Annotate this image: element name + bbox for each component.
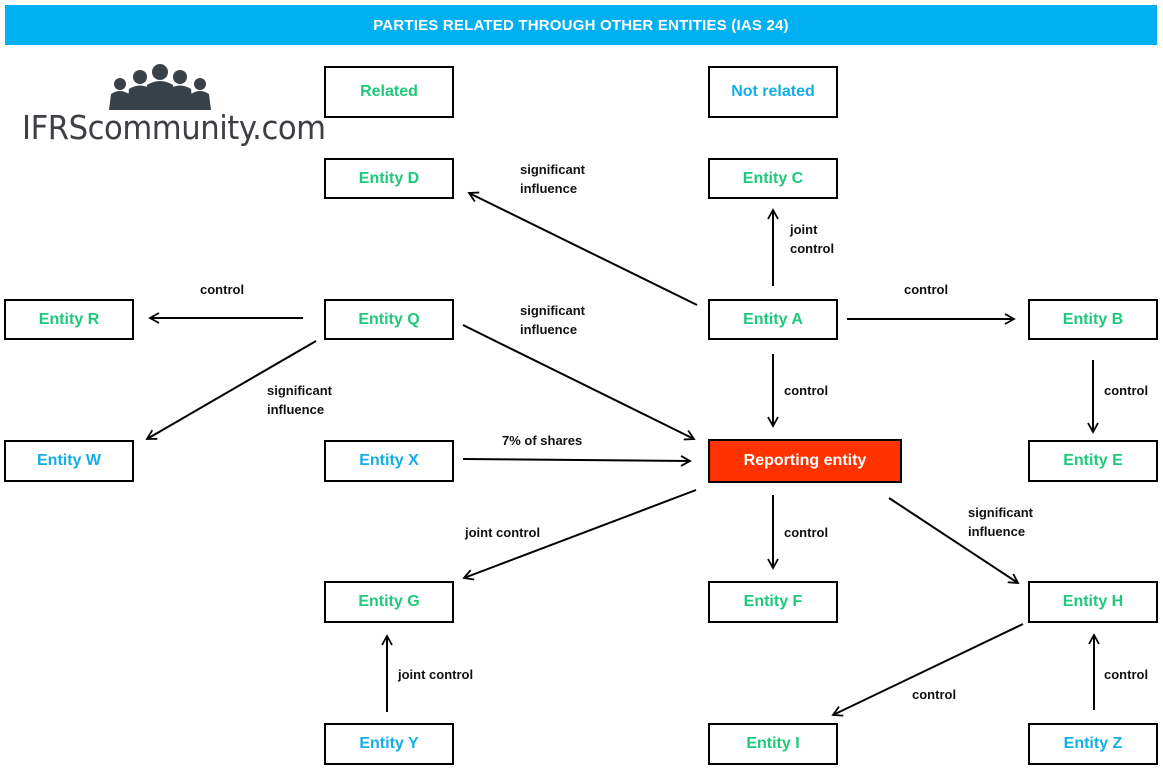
label-a-to-d: significant influence (520, 162, 586, 196)
arrow-q-to-reporting (462, 324, 696, 441)
label-a-to-reporting: control (784, 383, 829, 398)
label-reporting-to-f: control (784, 525, 829, 540)
label-z-to-h: control (1104, 667, 1149, 682)
label-y-to-g: joint control (398, 667, 474, 682)
label-reporting-to-h: significant influence (968, 505, 1034, 539)
label-q-to-w: significant influence (267, 383, 333, 417)
label-reporting-to-g: joint control (465, 525, 541, 540)
label-h-to-i: control (912, 687, 957, 702)
label-q-to-r: control (200, 282, 245, 297)
arrow-x-to-reporting (462, 455, 692, 467)
relation-arrows (145, 191, 1100, 717)
label-q-to-reporting: significant influence (520, 303, 586, 337)
arrow-a-to-d (467, 191, 698, 306)
label-a-to-b: control (904, 282, 949, 297)
label-x-to-reporting: 7% of shares (502, 433, 583, 448)
label-b-to-e: control (1104, 383, 1149, 398)
label-a-to-c: joint control (790, 222, 835, 256)
